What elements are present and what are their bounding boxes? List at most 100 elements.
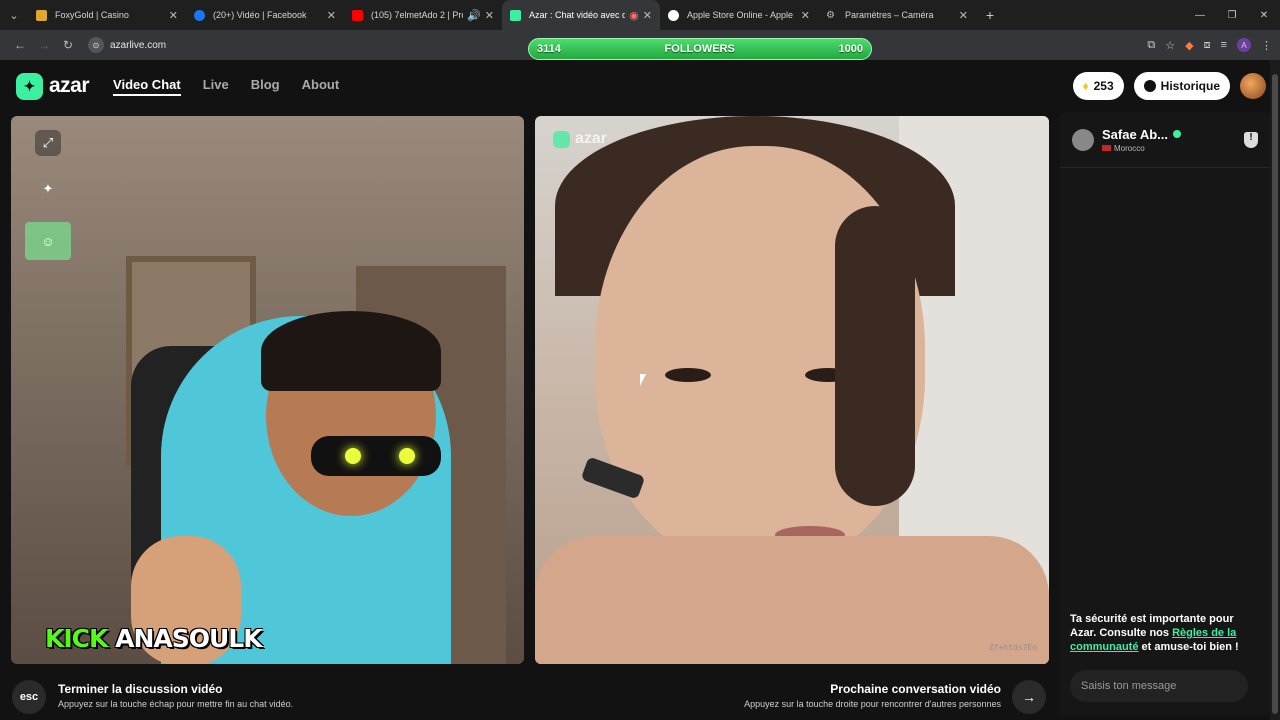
browser-extensions: ⧉ ☆ ◆ ⧈ ≡ A ⋮: [1147, 30, 1272, 60]
self-video-feed: ⤢ ✦ ☺ KICK ANASOULK: [11, 116, 524, 664]
peer-arm: [535, 536, 1049, 664]
peer-info-header: Safae Ab... Morocco !: [1060, 112, 1270, 168]
chat-panel: Safae Ab... Morocco ! Ta sécurité est im…: [1060, 112, 1270, 716]
azar-logo-mark-icon: ✦: [16, 72, 43, 100]
apple-favicon-icon: [668, 9, 679, 21]
close-tab-icon[interactable]: ✕: [801, 9, 810, 22]
watermark-text: azar: [575, 130, 608, 147]
azar-watermark-icon: [553, 130, 570, 148]
mouse-cursor: [640, 374, 652, 386]
site-info-icon[interactable]: ⊙: [88, 37, 104, 53]
close-tab-icon[interactable]: ✕: [643, 9, 652, 22]
followers-goal-count: 1000: [838, 43, 863, 55]
browser-tab-settings[interactable]: ⚙ Paramètres – Caméra ✕: [818, 0, 976, 30]
reload-icon[interactable]: ↻: [56, 38, 80, 52]
peer-hair-side: [835, 206, 915, 506]
gear-icon: ⚙: [826, 9, 835, 21]
forward-arrow-icon[interactable]: →: [32, 38, 56, 52]
glowing-glasses-filter: [311, 436, 441, 476]
user-avatar[interactable]: [1240, 73, 1266, 99]
next-chat-arrow-button[interactable]: →: [1012, 680, 1046, 714]
back-arrow-icon[interactable]: ←: [8, 38, 32, 52]
call-controls: esc Terminer la discussion vidéo Appuyez…: [0, 670, 1060, 720]
report-shield-icon[interactable]: !: [1244, 131, 1258, 148]
peer-name[interactable]: Safae Ab...: [1102, 127, 1168, 142]
fullscreen-icon[interactable]: ⤢: [35, 130, 61, 156]
close-tab-icon[interactable]: ✕: [959, 9, 968, 22]
tab-title: (105) 7elmetAdo 2 | Prod. b: [371, 10, 463, 20]
end-call-hint: Appuyez sur la touche échap pour mettre …: [58, 699, 294, 709]
foxygold-favicon-icon: [36, 9, 47, 21]
profile-avatar[interactable]: A: [1237, 38, 1251, 52]
scrollbar-thumb[interactable]: [1272, 74, 1278, 714]
next-chat-hint: Appuyez sur la touche droite pour rencon…: [744, 699, 1001, 709]
browser-tab-youtube[interactable]: (105) 7elmetAdo 2 | Prod. b 🔊 ✕: [344, 0, 502, 30]
close-tab-icon[interactable]: ✕: [485, 9, 494, 22]
browser-tab-bar: ⌄ FoxyGold | Casino ✕ (20+) Vidéo | Face…: [0, 0, 1280, 30]
clock-icon: [1143, 80, 1156, 92]
media-queue-icon[interactable]: ≡: [1221, 39, 1227, 51]
end-call-title: Terminer la discussion vidéo: [58, 682, 223, 696]
azar-logo[interactable]: ✦ azar: [16, 72, 90, 100]
speaker-icon[interactable]: 🔊: [467, 9, 481, 22]
peer-eye: [665, 368, 711, 382]
end-call-esc-button[interactable]: esc: [12, 680, 46, 714]
followers-current-count: 3114: [537, 43, 561, 55]
peer-avatar[interactable]: [1072, 128, 1094, 151]
peer-country-row: Morocco: [1102, 144, 1244, 153]
browser-tab-foxygold[interactable]: FoxyGold | Casino ✕: [28, 0, 186, 30]
tab-title: FoxyGold | Casino: [55, 10, 129, 20]
url-field[interactable]: ⊙ azarlive.com: [88, 35, 166, 55]
close-tab-icon[interactable]: ✕: [169, 9, 178, 22]
tab-search-chevron-icon[interactable]: ⌄: [0, 0, 28, 30]
next-chat-title: Prochaine conversation vidéo: [830, 682, 1001, 696]
peer-video-feed: azar Zf+htds7Eo: [535, 116, 1049, 664]
browser-tab-apple[interactable]: Apple Store Online - Apple ✕: [660, 0, 818, 30]
peer-session-id: Zf+htds7Eo: [988, 643, 1037, 652]
nav-about[interactable]: About: [302, 77, 340, 96]
history-button[interactable]: Historique: [1133, 72, 1230, 100]
sparkle-effects-icon[interactable]: ✦: [35, 176, 61, 202]
tab-title: Paramètres – Caméra: [845, 10, 934, 20]
page-scrollbar[interactable]: [1270, 60, 1280, 720]
extensions-puzzle-icon[interactable]: ⧈: [1204, 39, 1211, 52]
browser-tab-facebook[interactable]: (20+) Vidéo | Facebook ✕: [186, 0, 344, 30]
morocco-flag-icon: [1102, 145, 1111, 151]
new-tab-plus-icon[interactable]: +: [976, 7, 1004, 23]
window-controls: — ❐ ✕: [1184, 10, 1280, 21]
close-tab-icon[interactable]: ✕: [327, 9, 336, 22]
browser-menu-icon[interactable]: ⋮: [1261, 39, 1272, 52]
browser-tab-azar[interactable]: Azar : Chat vidéo avec de n ◉ ✕: [502, 0, 660, 30]
followers-label: FOLLOWERS: [664, 43, 735, 55]
tab-title: Apple Store Online - Apple: [687, 10, 794, 20]
gems-balance-button[interactable]: ♦ 253: [1072, 72, 1124, 100]
peer-info: Safae Ab... Morocco: [1102, 127, 1244, 153]
nav-blog[interactable]: Blog: [251, 77, 280, 96]
url-text: azarlive.com: [110, 39, 167, 51]
minimize-icon[interactable]: —: [1184, 10, 1216, 21]
kick-label: KICK: [45, 624, 108, 653]
peer-name-row: Safae Ab...: [1102, 127, 1244, 142]
youtube-favicon-icon: [352, 9, 363, 21]
bookmark-star-icon[interactable]: ☆: [1165, 39, 1175, 52]
message-input[interactable]: [1081, 680, 1237, 692]
azar-favicon-icon: [510, 9, 521, 21]
header-actions: ♦ 253 Historique: [1072, 72, 1266, 100]
verified-icon: [1172, 130, 1181, 138]
face-filter-icon[interactable]: ☺: [25, 222, 71, 260]
message-box: [1070, 670, 1248, 702]
peer-country: Morocco: [1114, 143, 1145, 153]
extension-fox-icon[interactable]: ◆: [1185, 39, 1193, 52]
nav-live[interactable]: Live: [203, 77, 229, 96]
site-header: ✦ azar Video Chat Live Blog About ♦ 253 …: [0, 60, 1280, 112]
tab-title: Azar : Chat vidéo avec de n: [529, 10, 626, 20]
close-window-icon[interactable]: ✕: [1248, 10, 1280, 21]
install-app-icon[interactable]: ⧉: [1147, 39, 1155, 52]
gems-count: 253: [1093, 79, 1114, 93]
recording-icon: ◉: [629, 9, 639, 22]
video-side-tools: ⤢ ✦ ☺: [25, 130, 71, 260]
restore-icon[interactable]: ❐: [1216, 10, 1248, 21]
safety-text-end: et amuse-toi bien !: [1138, 641, 1239, 653]
nav-video-chat[interactable]: Video Chat: [113, 77, 181, 96]
streamer-hair: [261, 311, 441, 391]
